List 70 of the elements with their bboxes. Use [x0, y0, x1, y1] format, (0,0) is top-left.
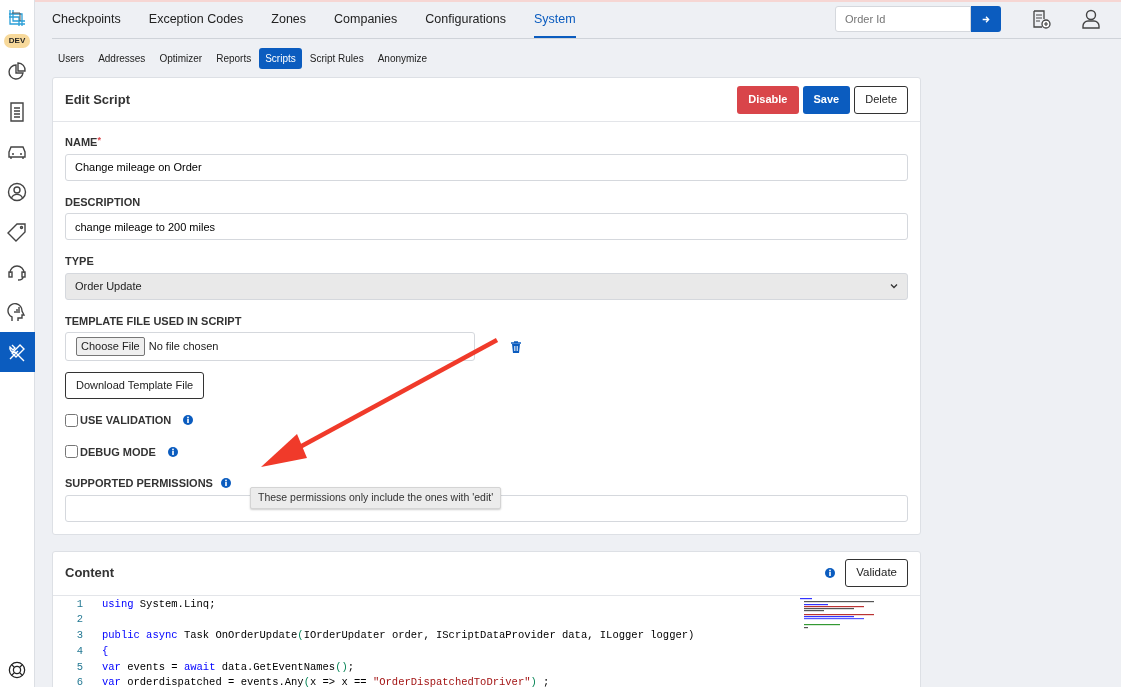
arrow-right-icon [982, 13, 990, 25]
tooltip: These permissions only include the ones with 'edit' [250, 487, 502, 509]
sub-tab[interactable]: Reports [210, 48, 258, 69]
card-title: Edit Script [65, 90, 131, 109]
nav-tab[interactable]: Zones [271, 3, 307, 38]
environment-badge: DEV [3, 34, 31, 48]
chart-pie-icon [7, 62, 27, 82]
code-line: var events = await data.GetEventNames(); [102, 659, 355, 675]
line-number: 6 [75, 675, 83, 687]
nav-tab[interactable]: Exception Codes [148, 3, 244, 38]
type-select[interactable]: Order Update [65, 272, 908, 300]
validate-button[interactable]: Validate [845, 559, 908, 587]
info-icon[interactable] [183, 415, 194, 426]
price-tag-icon [7, 222, 27, 242]
nav-tab[interactable]: Companies [334, 3, 398, 38]
line-number: 3 [75, 628, 83, 644]
field-label: SUPPORTED PERMISSIONS [65, 476, 213, 491]
card-title: Content [65, 564, 116, 583]
name-field[interactable]: Change mileage on Order [65, 153, 908, 181]
sidebar-item[interactable] [0, 332, 35, 372]
choose-file-button[interactable]: Choose File [76, 337, 145, 356]
field-label: NAME [65, 136, 98, 148]
line-number: 5 [75, 659, 83, 675]
sub-tab[interactable]: Script Rules [303, 48, 370, 69]
chevron-icon [890, 282, 898, 290]
user-circle-icon [7, 182, 27, 202]
field-label: DESCRIPTION [65, 194, 142, 210]
sub-tab[interactable]: Scripts [259, 48, 302, 69]
code-line: var orderdispatched = events.Any(x => x == "OrderDispatchedToDriver") ; [102, 675, 550, 687]
trash-icon[interactable] [511, 340, 521, 353]
description-field[interactable]: change mileage to 200 miles [65, 213, 908, 240]
tools-icon [7, 342, 27, 362]
sub-tab[interactable]: Anonymize [371, 48, 434, 69]
info-icon[interactable] [167, 446, 178, 457]
info-icon[interactable] [825, 568, 836, 578]
receipt-add-icon[interactable] [1031, 9, 1051, 29]
help-lifebuoy-icon[interactable] [8, 661, 26, 679]
headset-icon [7, 262, 27, 282]
code-line: { [102, 643, 109, 659]
code-line: using System.Linq; [102, 596, 216, 612]
sub-tab[interactable]: Addresses [92, 48, 152, 69]
checkbox[interactable] [65, 413, 78, 427]
sub-tab[interactable]: Users [52, 48, 91, 69]
field-label: TEMPLATE FILE USED IN SCRIPT [65, 313, 243, 329]
field-label: TYPE [65, 254, 95, 269]
checkbox-label: USE VALIDATION [80, 413, 172, 428]
logo-icon[interactable] [7, 8, 27, 28]
required-mark: * [97, 135, 101, 145]
line-number: 4 [75, 643, 83, 659]
code-line: public async Task OnOrderUpdate(IOrderUpdater order, IScriptDataProvider data, ILogger logger) [102, 628, 695, 644]
info-icon[interactable] [220, 478, 231, 489]
checkbox[interactable] [65, 445, 78, 459]
order-id-field[interactable]: Order Id [835, 6, 971, 32]
action-button[interactable]: Delete [854, 85, 908, 114]
nav-tab[interactable]: System [533, 3, 576, 38]
checkbox-label: DEBUG MODE [80, 444, 156, 460]
file-status: No file chosen [148, 339, 219, 355]
sub-tab[interactable]: Optimizer [153, 48, 209, 69]
action-button[interactable]: Disable [737, 85, 799, 114]
go-button[interactable] [971, 6, 1001, 32]
nav-tab[interactable]: Configurations [425, 3, 506, 38]
nav-tab[interactable]: Checkpoints [52, 3, 121, 38]
line-number: 2 [75, 612, 83, 628]
download-template-button[interactable]: Download Template File [65, 372, 205, 399]
action-button[interactable]: Save [802, 85, 851, 114]
receipt-icon [7, 102, 27, 122]
head-chart-icon [7, 302, 27, 322]
line-number: 1 [75, 596, 83, 612]
user-icon[interactable] [1081, 9, 1101, 29]
file-field[interactable]: Choose File No file chosen [65, 332, 475, 361]
